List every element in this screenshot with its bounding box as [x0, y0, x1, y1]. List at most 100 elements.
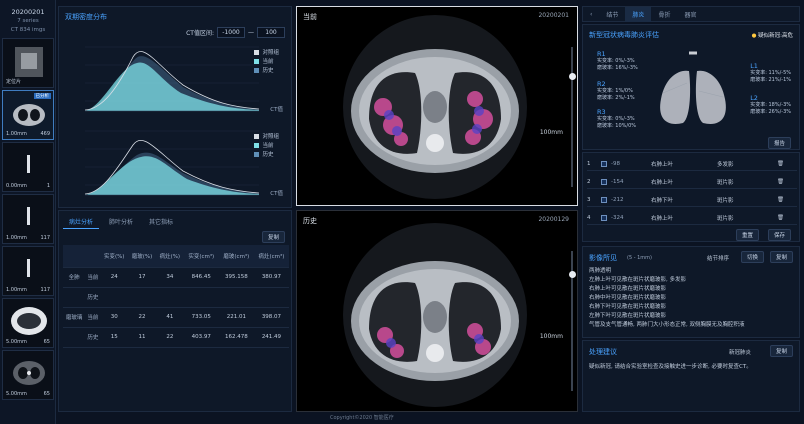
- thumb-count: 1: [46, 183, 50, 189]
- series-thumb[interactable]: 5.00mm 65: [2, 350, 54, 400]
- tab-organ[interactable]: 器官: [677, 10, 703, 19]
- risk-badge: ● 疑似新冠:高危: [752, 31, 793, 39]
- delete-icon[interactable]: 🗑: [777, 179, 784, 185]
- slice-slider[interactable]: [571, 47, 573, 187]
- legend-current: 当前: [262, 59, 274, 65]
- checkbox[interactable]: [601, 160, 607, 167]
- analysis-table: 实变(%) 磨玻(%) 病灶(%) 实变(cm³) 磨玻(cm³) 病灶(cm³…: [63, 245, 289, 348]
- table-cell: 34: [155, 267, 184, 288]
- table-cell: 733.05: [183, 307, 219, 328]
- tab-back-icon[interactable]: ‹: [583, 11, 599, 18]
- list-item[interactable]: 4 -324 右肺上叶 斑片影 🗑: [587, 211, 797, 225]
- series-thumb[interactable]: 已分析 1.00mm 469: [2, 90, 54, 140]
- series-thumb[interactable]: 0.00mm 1: [2, 142, 54, 192]
- density-panel: 双期密度分布 CT值区间: -1000 — 100 对照组 当前 历史 CT值 …: [58, 6, 292, 208]
- tab-lesion-analysis[interactable]: 病灶分析: [63, 215, 100, 229]
- checkbox[interactable]: [601, 196, 607, 203]
- advice-text[interactable]: 疑似新冠, 请结合实验室检查及接触史进一步诊断, 必要时复查CT。: [589, 363, 795, 372]
- advice-panel: 处理建议 新冠肺炎 复制 疑似新冠, 请结合实验室检查及接触史进一步诊断, 必要…: [582, 340, 800, 412]
- report-button[interactable]: 报告: [767, 137, 791, 149]
- advice-dropdown[interactable]: 新冠肺炎: [729, 348, 751, 356]
- tab-pneumonia[interactable]: 肺炎: [625, 6, 652, 22]
- right-tabs: ‹ 结节 肺炎 骨折 器官: [582, 6, 800, 22]
- thumb-label: 定位片: [6, 79, 22, 85]
- table-header: 磨玻(cm³): [218, 245, 254, 268]
- alert-dot-icon: ●: [751, 33, 757, 39]
- sort-dropdown[interactable]: 结节排序: [707, 254, 729, 262]
- thumb-count: 65: [43, 339, 50, 345]
- axis-label-top: CT值: [270, 107, 283, 113]
- series-thumb[interactable]: 5.00mm 65: [2, 298, 54, 348]
- list-item[interactable]: 3 -212 右肺下叶 斑片影 🗑: [587, 193, 797, 207]
- table-cell: 395.158: [218, 267, 254, 288]
- table-cell: 22: [155, 327, 184, 348]
- row-group: [63, 327, 86, 348]
- toggle-button[interactable]: 切换: [741, 251, 765, 263]
- delete-icon[interactable]: 🗑: [777, 161, 784, 167]
- delete-icon[interactable]: 🗑: [777, 215, 784, 221]
- tab-fracture[interactable]: 骨折: [651, 10, 677, 19]
- legend-bottom: 对照组 当前 历史: [254, 133, 279, 160]
- table-cell: [155, 287, 184, 308]
- table-header: 实变(cm³): [183, 245, 219, 268]
- reset-button[interactable]: 重置: [735, 229, 759, 241]
- table-cell: [218, 287, 254, 308]
- series-date: 20200201: [11, 8, 45, 16]
- series-panel: 20200201 7 series CT 834 imgs 定位片 已分析 1.…: [0, 0, 56, 424]
- table-cell: [253, 287, 289, 308]
- tab-other-metrics[interactable]: 其它指标: [143, 215, 179, 229]
- thumb-label: 5.00mm: [6, 339, 27, 345]
- slice-slider-knob[interactable]: [569, 271, 576, 278]
- lobe-l1: L1 实变率: 11%/-5% 磨玻率: 21%/-1%: [750, 62, 791, 84]
- list-item[interactable]: 2 -154 右肺上叶 斑片影 🗑: [587, 175, 797, 189]
- density-title: 双期密度分布: [65, 13, 107, 21]
- table-header: 病灶(cm³): [253, 245, 289, 268]
- series-thumb[interactable]: 定位片: [2, 38, 54, 88]
- copy-button[interactable]: 复制: [769, 251, 793, 263]
- legend-history: 历史: [262, 68, 274, 74]
- thumb-count: 117: [40, 287, 50, 293]
- table-cell: [100, 287, 129, 308]
- analysis-panel: 病灶分析 肺叶分析 其它指标 复制 实变(%) 磨玻(%) 病灶(%) 实变(c…: [58, 210, 292, 412]
- copy-button[interactable]: 复制: [769, 345, 793, 357]
- series-thumb[interactable]: 1.00mm 117: [2, 246, 54, 296]
- thumb-label: 1.00mm: [6, 287, 27, 293]
- table-header: 病灶(%): [155, 245, 184, 268]
- copy-button[interactable]: 复制: [261, 231, 285, 243]
- row-group: 全肺: [63, 267, 86, 288]
- row-sub: 当前: [85, 267, 101, 288]
- risk-badge-text: 疑似新冠:高危: [758, 33, 793, 39]
- table-cell: [128, 287, 156, 308]
- risk-title: 新型冠状病毒肺炎评估: [589, 31, 659, 39]
- row-group: [63, 287, 86, 308]
- list-item[interactable]: 1 -98 右肺上叶 多发影 🗑: [587, 157, 797, 171]
- current-viewer[interactable]: 当前 20200201 100mm: [296, 6, 578, 206]
- checkbox[interactable]: [601, 178, 607, 185]
- table-cell: 221.01: [218, 307, 254, 328]
- findings-panel: 影像所见 (5 - 1mm) 结节排序 切换 复制 两肺透明 左肺上叶可见散在斑片…: [582, 246, 800, 338]
- lobe-r2: R2 实变率: 1%/0% 磨玻率: 2%/-1%: [597, 80, 635, 102]
- tab-nodule[interactable]: 结节: [599, 10, 625, 19]
- table-header: 实变(%): [100, 245, 129, 268]
- thumb-count: 469: [40, 131, 50, 137]
- delete-icon[interactable]: 🗑: [777, 197, 784, 203]
- history-viewer[interactable]: 历史 20200129 100mm: [296, 210, 578, 412]
- series-count: 7 series: [17, 18, 39, 24]
- lobe-l2: L2 实变率: 18%/-3% 磨玻率: 26%/-3%: [750, 94, 791, 116]
- row-sub: 历史: [85, 327, 101, 348]
- tab-lobe-analysis[interactable]: 肺叶分析: [103, 215, 139, 229]
- save-button[interactable]: 保存: [767, 229, 791, 241]
- checkbox[interactable]: [601, 214, 607, 221]
- findings-title: 影像所见: [589, 254, 617, 262]
- findings-text[interactable]: 两肺透明 左肺上叶可见散在斑片状磨玻影, 多发影 右肺上叶可见散在斑片状磨玻影 右肺…: [589, 267, 795, 330]
- lung-model: [660, 51, 726, 124]
- legend-history: 历史: [262, 152, 274, 158]
- table-header: [63, 245, 86, 268]
- slice-slider-knob[interactable]: [569, 73, 576, 80]
- scale-label: 100mm: [539, 129, 563, 136]
- series-thumb[interactable]: 1.00mm 117: [2, 194, 54, 244]
- table-cell: 11: [128, 327, 156, 348]
- lobe-r3: R3 实变率: 0%/-3% 磨玻率: 10%/0%: [597, 108, 637, 130]
- thumb-label: 5.00mm: [6, 391, 27, 397]
- legend-top: 对照组 当前 历史: [254, 49, 279, 76]
